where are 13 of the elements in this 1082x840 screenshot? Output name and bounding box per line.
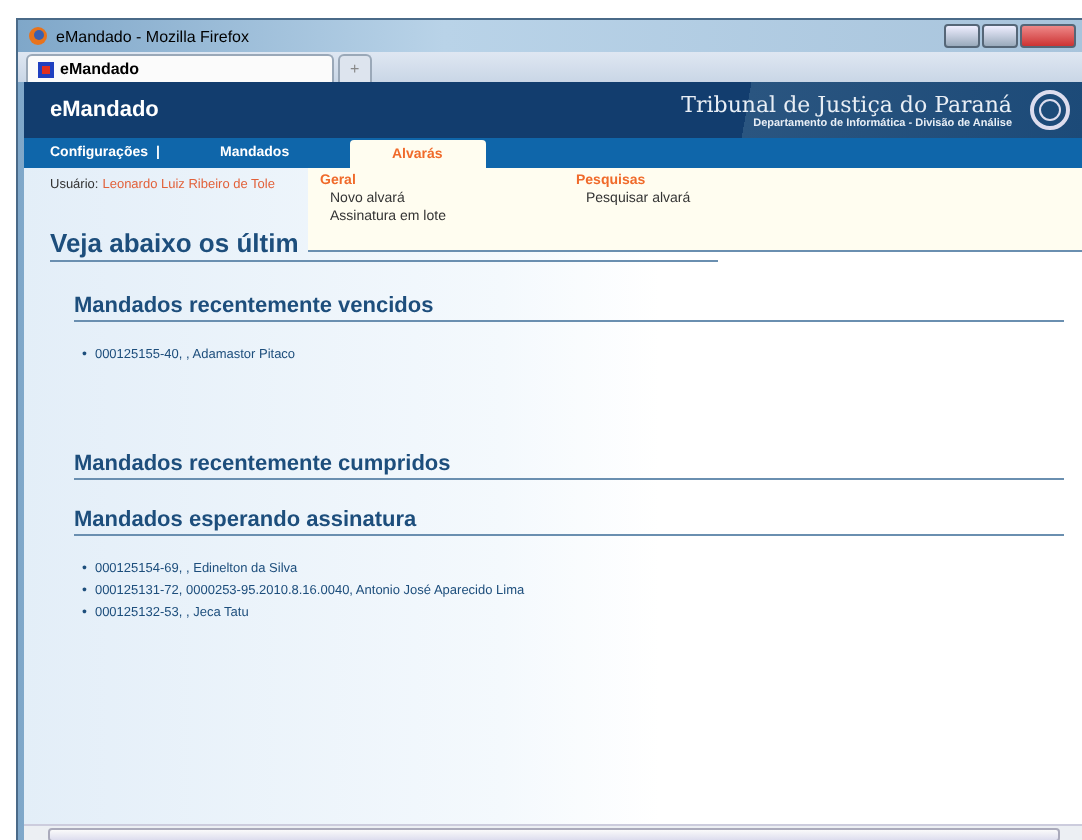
- horizontal-scrollbar[interactable]: [24, 824, 1082, 840]
- section-title: Mandados esperando assinatura: [74, 508, 1064, 536]
- maximize-button[interactable]: [982, 24, 1018, 48]
- institution-name: Tribunal de Justiça do Paraná: [681, 91, 1012, 117]
- section-title: Mandados recentemente vencidos: [74, 294, 1064, 322]
- seal-icon: [1028, 88, 1072, 132]
- section-title: Mandados recentemente cumpridos: [74, 452, 1064, 480]
- window-title: eMandado - Mozilla Firefox: [56, 27, 249, 45]
- browser-logo-icon: [28, 26, 48, 46]
- favicon-icon: [38, 61, 54, 77]
- browser-tab[interactable]: eMandado: [26, 54, 334, 82]
- app-name: eMandado: [50, 98, 159, 122]
- minimize-button[interactable]: [944, 24, 980, 48]
